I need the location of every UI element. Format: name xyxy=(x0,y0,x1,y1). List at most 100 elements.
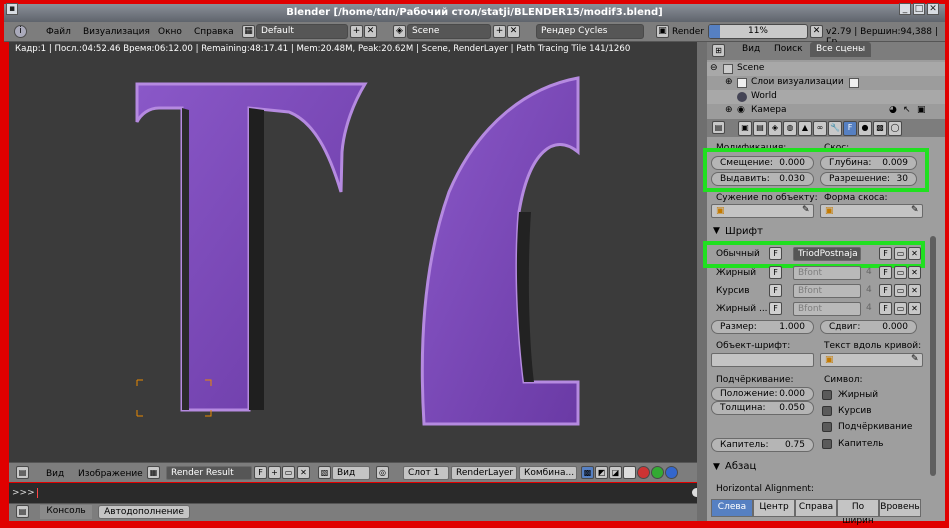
view-select[interactable]: Вид xyxy=(332,466,370,480)
modifiers-tab-icon[interactable]: 🔧 xyxy=(828,121,842,136)
underline-position-field[interactable]: Положение: 0.000 xyxy=(711,387,814,401)
font-3-name[interactable]: Bfont xyxy=(793,302,861,316)
shear-field[interactable]: Сдвиг: 0.000 xyxy=(820,320,917,334)
folder-icon[interactable]: ▭ xyxy=(894,266,907,279)
view-mode-icon[interactable]: ▧ xyxy=(318,466,331,479)
add-scene-button[interactable]: + xyxy=(493,25,506,38)
folder-icon[interactable]: ▭ xyxy=(894,284,907,297)
font-browse-icon[interactable]: F xyxy=(769,302,782,315)
render-layer-select[interactable]: RenderLayer xyxy=(451,466,517,480)
bevel-object-field[interactable]: ▣ xyxy=(820,204,923,218)
folder-icon[interactable]: ▭ xyxy=(894,302,907,315)
data-tab-icon[interactable]: F xyxy=(843,121,857,136)
cursor-select-icon[interactable]: ↖ xyxy=(903,105,911,115)
menu-image[interactable]: Изображение xyxy=(78,469,143,479)
maximize-button[interactable]: □ xyxy=(913,3,925,15)
outliner-editor-icon[interactable]: ⊞ xyxy=(712,44,725,57)
delete-scene-button[interactable]: ✕ xyxy=(507,25,520,38)
object-font-field[interactable] xyxy=(711,353,814,367)
minimize-button[interactable]: _ xyxy=(899,3,911,15)
scene-tab-icon[interactable]: ◈ xyxy=(768,121,782,136)
fake-user-button[interactable]: F xyxy=(254,466,267,479)
outliner-row-render-layers[interactable]: ⊕ Слои визуализации xyxy=(707,76,945,90)
layout-icon[interactable]: ▦ xyxy=(242,25,255,38)
texture-tab-icon[interactable]: ▩ xyxy=(873,121,887,136)
layout-select[interactable]: Default xyxy=(256,24,348,39)
taper-object-field[interactable]: ▣ xyxy=(711,204,814,218)
smallcaps-scale-field[interactable]: Капитель: 0.75 xyxy=(711,438,814,452)
image-name-field[interactable]: Render Result xyxy=(166,466,252,480)
properties-editor-icon[interactable]: ▤ xyxy=(712,121,725,134)
outliner-tab-search[interactable]: Поиск xyxy=(768,42,809,57)
autocomplete-button[interactable]: Автодополнение xyxy=(98,505,190,519)
font-1-name[interactable]: Bfont xyxy=(793,266,861,280)
underline-thickness-field[interactable]: Толщина: 0.050 xyxy=(711,401,814,415)
font-browse-icon[interactable]: F xyxy=(769,266,782,279)
bold-checkbox[interactable] xyxy=(822,390,832,400)
new-image-button[interactable]: + xyxy=(268,466,281,479)
text-on-curve-field[interactable]: ▣ xyxy=(820,353,923,367)
render-icon[interactable]: ▣ xyxy=(656,25,669,38)
resolution-field[interactable]: Разрешение: 30 xyxy=(820,172,917,186)
python-console[interactable]: >>> xyxy=(9,483,697,503)
menu-view[interactable]: Вид xyxy=(46,469,64,479)
editor-type-icon[interactable]: ▤ xyxy=(16,466,29,479)
unlink-font-button[interactable]: ✕ xyxy=(908,302,921,315)
tab-console[interactable]: Консоль xyxy=(40,505,92,519)
scene-select[interactable]: Scene xyxy=(407,24,491,39)
render-camera-icon[interactable]: ▣ xyxy=(917,105,926,115)
delete-layout-button[interactable]: ✕ xyxy=(364,25,377,38)
outliner-row-scene[interactable]: ⊖ Scene xyxy=(707,62,945,76)
depth-field[interactable]: Глубина: 0.009 xyxy=(820,156,917,170)
slot-select[interactable]: Слот 1 xyxy=(403,466,449,480)
eye-icon[interactable]: ◕ xyxy=(889,105,897,115)
material-tab-icon[interactable]: ● xyxy=(858,121,872,136)
font-0-name[interactable]: TriodPostnaja xyxy=(793,247,861,261)
render-tab-icon[interactable]: ▣ xyxy=(738,121,752,136)
render-layers-tab-icon[interactable]: ▤ xyxy=(753,121,767,136)
add-layout-button[interactable]: + xyxy=(350,25,363,38)
eyedropper-icon[interactable]: ✎ xyxy=(911,205,919,215)
offset-field[interactable]: Смещение: 0.000 xyxy=(711,156,814,170)
outliner-row-world[interactable]: World xyxy=(707,90,945,104)
underline-checkbox[interactable] xyxy=(822,422,832,432)
pivot-icon[interactable]: ◎ xyxy=(376,466,389,479)
unlink-font-button[interactable]: ✕ xyxy=(908,284,921,297)
font-1-fake-user-button[interactable]: F xyxy=(879,266,892,279)
menu-render[interactable]: Визуализация xyxy=(83,27,150,37)
align-left-button[interactable]: Слева xyxy=(711,499,753,517)
font-3-fake-user-button[interactable]: F xyxy=(879,302,892,315)
menu-window[interactable]: Окно xyxy=(158,27,182,37)
eyedropper-icon[interactable]: ✎ xyxy=(911,354,919,364)
font-size-field[interactable]: Размер: 1.000 xyxy=(711,320,814,334)
properties-scrollbar[interactable] xyxy=(930,236,936,476)
align-flush-button[interactable]: Вровень xyxy=(879,499,921,517)
font-section-header[interactable]: ▼ Шрифт xyxy=(707,224,929,240)
outliner-tab-all-scenes[interactable]: Все сцены xyxy=(810,42,872,57)
render-engine-select[interactable]: Рендер Cycles xyxy=(536,24,644,39)
info-editor-icon[interactable]: i xyxy=(14,25,27,38)
window-menu-icon[interactable]: ▪ xyxy=(6,3,18,15)
channel-red-icon[interactable] xyxy=(637,466,650,479)
render-pass-select[interactable]: Комбина... xyxy=(519,466,577,480)
expand-icon[interactable]: ⊕ xyxy=(725,77,733,87)
channel-blue-icon[interactable] xyxy=(665,466,678,479)
font-browse-icon[interactable]: F xyxy=(769,247,782,260)
alpha-icon[interactable]: ◩ xyxy=(595,466,608,479)
smallcaps-checkbox[interactable] xyxy=(822,439,832,449)
scene-icon[interactable]: ◈ xyxy=(393,25,406,38)
expand-icon[interactable]: ⊖ xyxy=(710,63,718,73)
zbuffer-icon[interactable]: ◪ xyxy=(609,466,622,479)
font-2-fake-user-button[interactable]: F xyxy=(879,284,892,297)
console-editor-icon[interactable]: ▤ xyxy=(16,505,29,518)
unlink-font-button[interactable]: ✕ xyxy=(908,266,921,279)
extrude-field[interactable]: Выдавить: 0.030 xyxy=(711,172,814,186)
outliner-row-camera[interactable]: ⊕ ◉ Камера ◕ ↖ ▣ xyxy=(707,104,945,118)
area-divider[interactable] xyxy=(697,42,707,521)
eyedropper-icon[interactable]: ✎ xyxy=(802,205,810,215)
cancel-render-button[interactable]: ✕ xyxy=(810,25,823,38)
folder-icon[interactable]: ▭ xyxy=(894,247,907,260)
image-browse-icon[interactable]: ▦ xyxy=(147,466,160,479)
channel-green-icon[interactable] xyxy=(651,466,664,479)
open-image-button[interactable]: ▭ xyxy=(282,466,295,479)
